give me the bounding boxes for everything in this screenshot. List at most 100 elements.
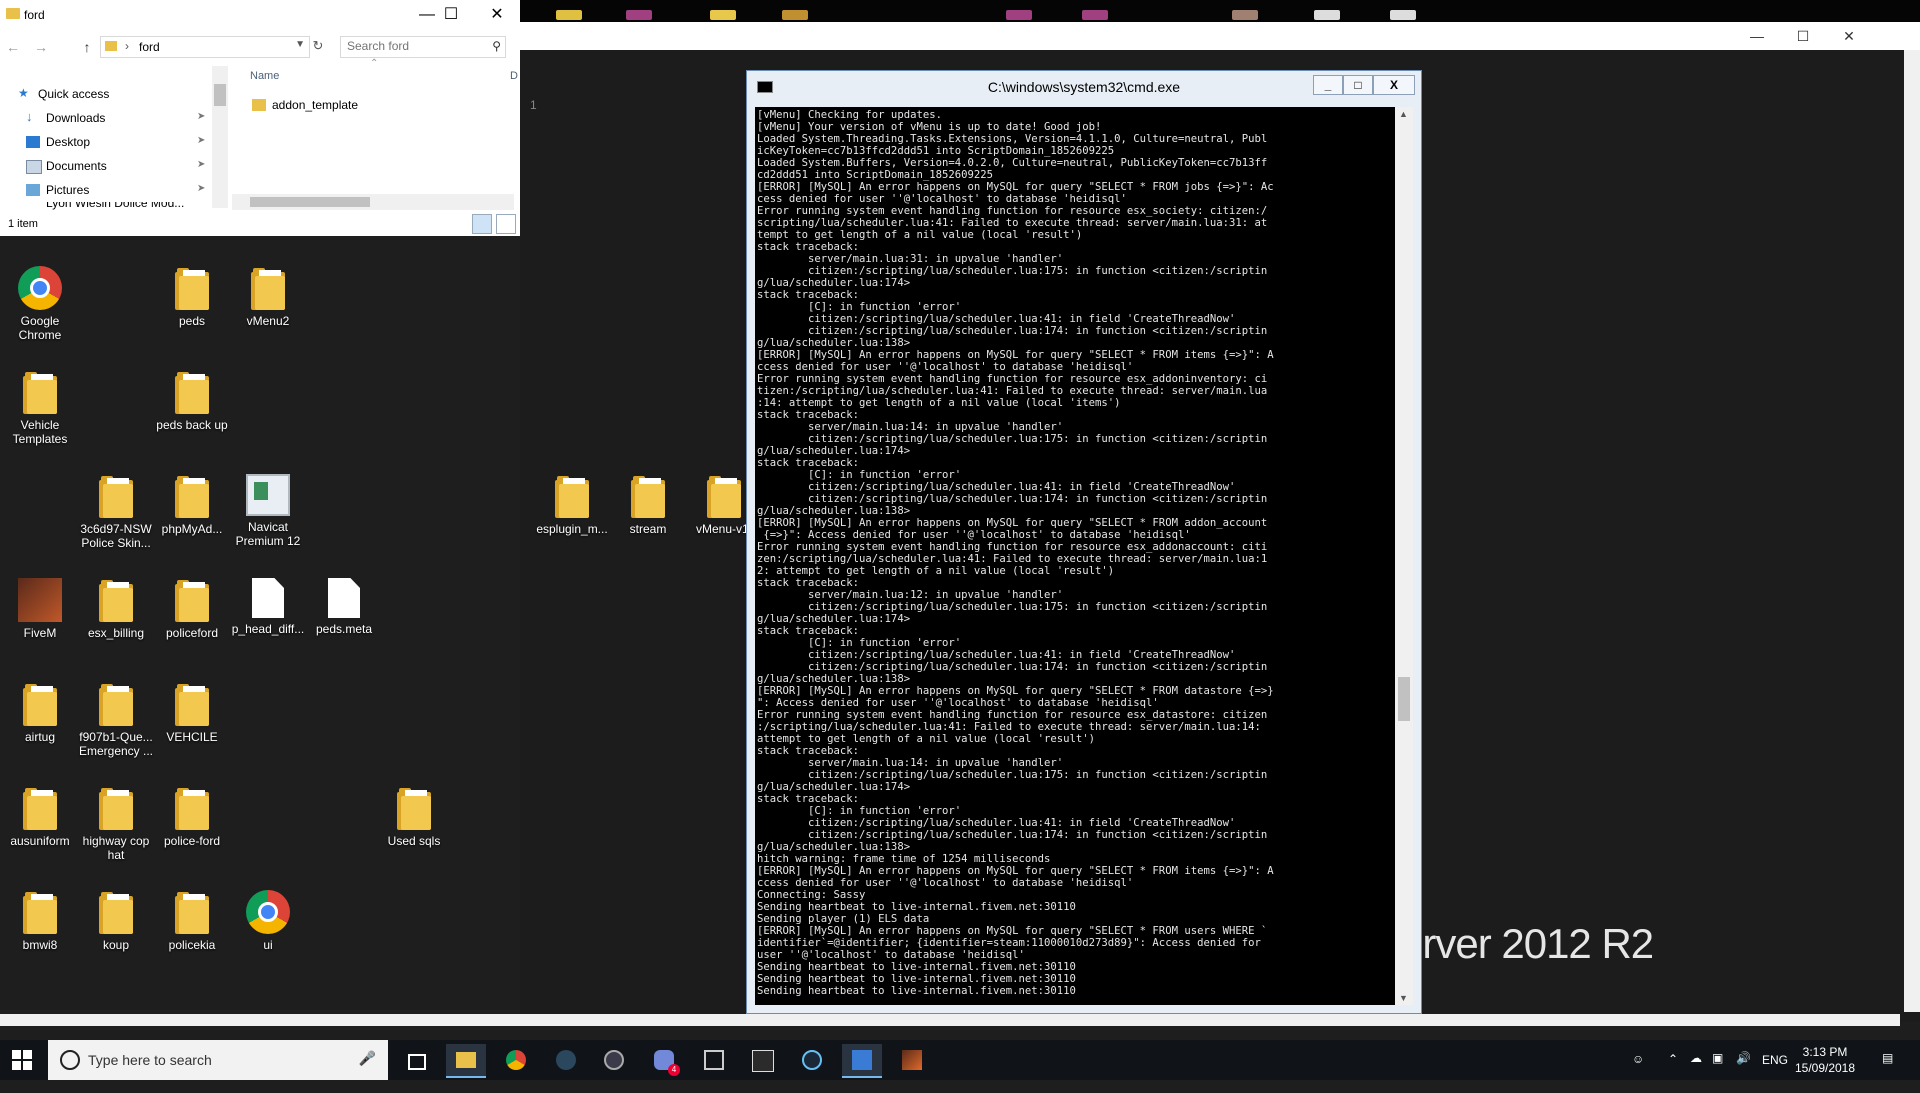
back-button[interactable]: ← xyxy=(4,38,22,56)
fivem-taskbar-icon[interactable] xyxy=(892,1044,932,1076)
desktop-icon-airtug[interactable]: airtug xyxy=(2,682,78,744)
desktop-icon-esplugin-m[interactable]: esplugin_m... xyxy=(534,474,610,536)
epic-games-taskbar-icon[interactable] xyxy=(742,1044,782,1076)
forward-button[interactable]: → xyxy=(32,38,50,56)
pin-icon[interactable]: ➤ xyxy=(197,135,205,146)
nav-pictures[interactable]: Pictures ➤ xyxy=(0,180,212,200)
search-box[interactable]: ⚲ xyxy=(340,36,506,58)
remote-desktop-titlebar[interactable]: — ☐ ✕ xyxy=(520,22,1920,50)
desktop-icon-koup[interactable]: koup xyxy=(78,890,154,952)
nav-quick-access[interactable]: ★ Quick access xyxy=(0,84,212,104)
chrome-taskbar-icon[interactable] xyxy=(496,1044,536,1076)
cmd-titlebar[interactable]: C:\windows\system32\cmd.exe _ □ X xyxy=(747,71,1421,101)
host-icon[interactable] xyxy=(710,10,736,20)
host-icon[interactable] xyxy=(1314,10,1340,20)
desktop-icon-used-sqls[interactable]: Used sqls xyxy=(376,786,452,848)
desktop-icon-phpmyad[interactable]: phpMyAd... xyxy=(154,474,230,536)
console-output-area[interactable]: [vMenu] Checking for updates. [vMenu] Yo… xyxy=(755,107,1395,1005)
rdp-close-button[interactable]: ✕ xyxy=(1826,22,1872,50)
rdp-minimize-button[interactable]: — xyxy=(1734,22,1780,50)
column-header-date[interactable]: D xyxy=(510,70,518,82)
large-icons-view-button[interactable] xyxy=(496,214,516,234)
column-header-name[interactable]: Name xyxy=(250,70,279,82)
desktop-icon-f907b1-que-emergency[interactable]: f907b1-Que... Emergency ... xyxy=(78,682,154,758)
desktop-icon-ausuniform[interactable]: ausuniform xyxy=(2,786,78,848)
desktop-icon-peds-meta[interactable]: peds.meta xyxy=(306,578,382,636)
microphone-icon[interactable]: 🎤 xyxy=(359,1050,376,1067)
file-list-scrollbar[interactable] xyxy=(232,194,514,210)
desktop-icon-policekia[interactable]: policekia xyxy=(154,890,230,952)
desktop-icon-peds[interactable]: peds xyxy=(154,266,230,328)
chevron-down-icon[interactable]: ▼ xyxy=(295,39,305,50)
desktop-icon-google-chrome[interactable]: Google Chrome xyxy=(2,266,78,342)
search-input[interactable] xyxy=(341,37,493,55)
refresh-icon[interactable]: ↻ xyxy=(310,38,326,56)
desktop-icon-policeford[interactable]: policeford xyxy=(154,578,230,640)
desktop-icon-police-ford[interactable]: police-ford xyxy=(154,786,230,848)
desktop-icon-navicat-premium-12[interactable]: Navicat Premium 12 xyxy=(230,474,306,548)
scroll-up-icon[interactable]: ▲ xyxy=(1399,109,1408,119)
desktop-icon-stream[interactable]: stream xyxy=(610,474,686,536)
desktop-icon-highway-cop-hat[interactable]: highway cop hat xyxy=(78,786,154,862)
desktop-icon-vmenu2[interactable]: vMenu2 xyxy=(230,266,306,328)
host-icon[interactable] xyxy=(1232,10,1258,20)
action-center-icon[interactable]: ▤ xyxy=(1882,1051,1893,1091)
rdp-horizontal-scrollbar[interactable] xyxy=(0,1014,1900,1026)
scrollbar-thumb[interactable] xyxy=(250,197,370,207)
cmd-maximize-button[interactable]: □ xyxy=(1343,75,1373,95)
resource-monitor-taskbar-icon[interactable] xyxy=(694,1044,734,1076)
cmd-minimize-button[interactable]: _ xyxy=(1313,75,1343,95)
explorer-titlebar[interactable]: ford — ☐ ✕ xyxy=(0,0,520,30)
remote-desktop-taskbar-icon[interactable] xyxy=(842,1044,882,1078)
desktop-icon-fivem[interactable]: FiveM xyxy=(2,578,78,640)
rdp-vertical-scrollbar[interactable] xyxy=(1904,50,1920,1012)
pin-icon[interactable]: ➤ xyxy=(197,183,205,194)
desktop-icon-esx-billing[interactable]: esx_billing xyxy=(78,578,154,640)
maximize-button[interactable]: ☐ xyxy=(428,0,474,30)
volume-icon[interactable]: 🔊 xyxy=(1736,1051,1751,1091)
file-row[interactable]: addon_template 1 xyxy=(250,96,537,116)
details-view-button[interactable] xyxy=(472,214,492,234)
people-icon[interactable]: ☺ xyxy=(1632,1052,1644,1092)
search-icon[interactable]: ⚲ xyxy=(492,39,501,53)
desktop-icon-vehcile[interactable]: VEHCILE xyxy=(154,682,230,744)
scrollbar-thumb[interactable] xyxy=(214,84,226,106)
desktop-icon-ui[interactable]: ui xyxy=(230,890,306,952)
nav-downloads[interactable]: ↓ Downloads ➤ xyxy=(0,108,212,128)
scroll-down-icon[interactable]: ▼ xyxy=(1399,993,1408,1003)
host-icon[interactable] xyxy=(556,10,582,20)
desktop-icon-bmwi8[interactable]: bmwi8 xyxy=(2,890,78,952)
onedrive-icon[interactable]: ☁ xyxy=(1690,1051,1702,1091)
taskbar-search-box[interactable]: Type here to search 🎤 xyxy=(48,1040,388,1080)
host-icon[interactable] xyxy=(782,10,808,20)
nav-desktop[interactable]: Desktop ➤ xyxy=(0,132,212,152)
start-button[interactable] xyxy=(12,1050,32,1070)
file-explorer-taskbar-icon[interactable] xyxy=(446,1044,486,1078)
cmd-close-button[interactable]: X xyxy=(1373,75,1415,95)
nav-pinned-folder[interactable]: Lyon Wiesin Dolice Mod... xyxy=(0,202,212,210)
task-view-icon[interactable] xyxy=(396,1044,436,1076)
pin-icon[interactable]: ➤ xyxy=(197,159,205,170)
desktop-icon-p-head-diff[interactable]: p_head_diff... xyxy=(230,578,306,636)
desktop-icon-3c6d97-nsw-police-skin[interactable]: 3c6d97-NSW Police Skin... xyxy=(78,474,154,550)
steam-2-taskbar-icon[interactable] xyxy=(792,1044,832,1076)
up-button[interactable]: ↑ xyxy=(78,38,96,56)
discord-taskbar-icon[interactable]: 4 xyxy=(644,1044,684,1076)
host-icon[interactable] xyxy=(1006,10,1032,20)
host-icon[interactable] xyxy=(1082,10,1108,20)
clock[interactable]: 3:13 PM 15/09/2018 xyxy=(1790,1044,1860,1076)
close-button[interactable]: ✕ xyxy=(474,0,520,30)
network-icon[interactable]: ▣ xyxy=(1712,1051,1723,1091)
host-icon[interactable] xyxy=(626,10,652,20)
nav-pane-scrollbar[interactable] xyxy=(212,66,228,208)
obs-taskbar-icon[interactable] xyxy=(594,1044,634,1076)
address-bar[interactable]: › ford ▼ xyxy=(100,36,310,58)
host-icon[interactable] xyxy=(1390,10,1416,20)
rdp-maximize-button[interactable]: ☐ xyxy=(1780,22,1826,50)
nav-documents[interactable]: Documents ➤ xyxy=(0,156,212,176)
desktop-icon-peds-back-up[interactable]: peds back up xyxy=(154,370,230,432)
desktop-icon-vehicle-templates[interactable]: Vehicle Templates xyxy=(2,370,78,446)
steam-taskbar-icon[interactable] xyxy=(546,1044,586,1076)
scrollbar-thumb[interactable] xyxy=(1398,677,1410,721)
pin-icon[interactable]: ➤ xyxy=(197,111,205,122)
